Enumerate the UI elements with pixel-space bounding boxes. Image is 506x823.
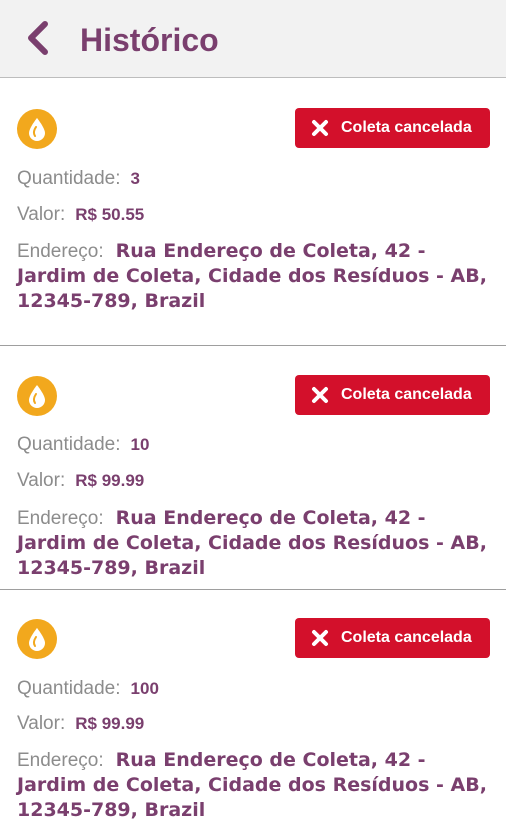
address-row: Endereço: Rua Endereço de Coleta, 42 - Ja… [17,748,487,823]
address-row: Endereço: Rua Endereço de Coleta, 42 - Ja… [17,506,487,581]
address-label: Endereço: [17,750,104,771]
quantity-row: Quantidade: 100 [17,678,159,700]
status-label: Coleta cancelada [341,629,472,646]
value-row: Valor: R$ 99.99 [17,713,144,735]
quantity-value: 3 [130,169,140,188]
app-header: Histórico [0,0,506,78]
oil-drop-icon [17,619,57,659]
status-badge[interactable]: Coleta cancelada [295,108,490,148]
address-label: Endereço: [17,241,104,262]
oil-drop-icon [17,109,57,149]
value-label: Valor: [17,713,66,734]
quantity-label: Quantidade: [17,168,121,189]
status-label: Coleta cancelada [341,119,472,136]
address-label: Endereço: [17,508,104,529]
chevron-left-icon [28,21,48,55]
address-row: Endereço: Rua Endereço de Coleta, 42 - Ja… [17,239,487,314]
quantity-value: 10 [130,435,150,454]
value-row: Valor: R$ 99.99 [17,470,144,492]
oil-drop-icon [17,376,57,416]
status-badge[interactable]: Coleta cancelada [295,375,490,415]
value-amount: R$ 50.55 [75,205,145,224]
value-label: Valor: [17,204,66,225]
value-row: Valor: R$ 50.55 [17,204,144,226]
value-amount: R$ 99.99 [75,714,145,733]
quantity-row: Quantidade: 3 [17,168,140,190]
quantity-label: Quantidade: [17,434,121,455]
history-item[interactable]: Coleta cancelada Quantidade: 3 Valor: R$ 5… [0,79,506,346]
quantity-label: Quantidade: [17,678,121,699]
value-amount: R$ 99.99 [75,471,145,490]
status-label: Coleta cancelada [341,386,472,403]
quantity-row: Quantidade: 10 [17,434,149,456]
close-icon [311,119,341,137]
history-item[interactable]: Coleta cancelada Quantidade: 100 Valor: R$… [0,590,506,821]
value-label: Valor: [17,470,66,491]
close-icon [311,386,341,404]
history-item[interactable]: Coleta cancelada Quantidade: 10 Valor: R$ … [0,346,506,590]
status-badge[interactable]: Coleta cancelada [295,618,490,658]
page-title: Histórico [80,22,219,58]
close-icon [311,629,341,647]
quantity-value: 100 [130,679,159,698]
back-button[interactable] [18,18,58,58]
